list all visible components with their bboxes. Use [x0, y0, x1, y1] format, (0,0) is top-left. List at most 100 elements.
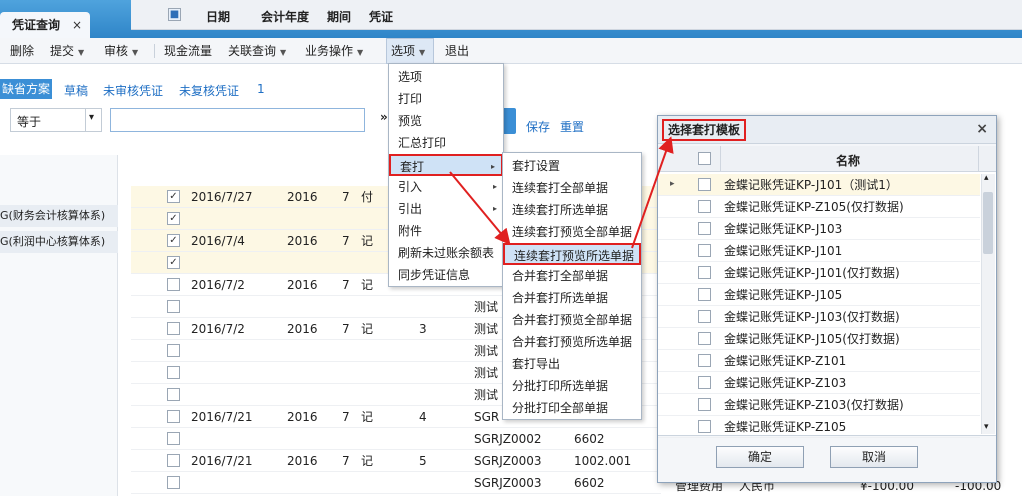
- template-row[interactable]: 金蝶记账凭证KP-J101(仅打数据): [658, 262, 980, 284]
- scheme-unaudited[interactable]: 未审核凭证: [103, 82, 163, 99]
- row-checkbox[interactable]: [698, 332, 711, 345]
- menu-item[interactable]: 同步凭证信息: [389, 264, 503, 286]
- org-item[interactable]: G(财务会计核算体系): [0, 205, 118, 227]
- scheme-unreviewed[interactable]: 未复核凭证: [179, 82, 239, 99]
- compare-select[interactable]: 等于 ▾: [10, 108, 102, 132]
- menu-item[interactable]: 刷新未过账余额表: [389, 242, 503, 264]
- scroll-up-icon[interactable]: ▴: [984, 173, 989, 183]
- row-checkbox[interactable]: [698, 310, 711, 323]
- reset-link[interactable]: 重置: [560, 118, 584, 135]
- scheme-1[interactable]: 1: [257, 82, 265, 96]
- template-row[interactable]: 金蝶记账凭证KP-Z105: [658, 416, 980, 438]
- row-checkbox[interactable]: [167, 388, 180, 401]
- row-checkbox[interactable]: ✓: [167, 190, 180, 203]
- delete-button[interactable]: 删除: [10, 38, 34, 64]
- options-button[interactable]: 选项 ▼: [391, 38, 425, 64]
- row-checkbox[interactable]: [167, 300, 180, 313]
- template-row[interactable]: 金蝶记账凭证KP-J101: [658, 240, 980, 262]
- row-checkbox[interactable]: [167, 322, 180, 335]
- submit-button[interactable]: 提交 ▼: [50, 38, 84, 64]
- select-all-checkbox[interactable]: ■: [168, 8, 181, 21]
- submenu-item[interactable]: 分批打印所选单据: [503, 375, 641, 397]
- cash-flow-button[interactable]: 现金流量: [164, 38, 212, 64]
- scheme-draft[interactable]: 草稿: [64, 82, 88, 99]
- submenu-item[interactable]: 套打设置: [503, 155, 641, 177]
- menu-item[interactable]: 预览: [389, 110, 503, 132]
- row-checkbox[interactable]: [698, 398, 711, 411]
- template-row[interactable]: 金蝶记账凭证KP-Z105(仅打数据): [658, 196, 980, 218]
- submenu-item[interactable]: 连续套打预览全部单据: [503, 221, 641, 243]
- scheme-default[interactable]: 缺省方案: [0, 79, 53, 99]
- submenu-item[interactable]: 连续套打预览所选单据: [503, 243, 641, 265]
- row-checkbox[interactable]: [698, 266, 711, 279]
- audit-button[interactable]: 审核 ▼: [104, 38, 138, 64]
- row-checkbox[interactable]: ✓: [167, 212, 180, 225]
- business-ops-button[interactable]: 业务操作 ▼: [305, 38, 363, 64]
- submenu-item[interactable]: 连续套打全部单据: [503, 177, 641, 199]
- row-checkbox[interactable]: [167, 278, 180, 291]
- related-query-button[interactable]: 关联查询 ▼: [228, 38, 286, 64]
- save-link[interactable]: 保存: [526, 118, 550, 135]
- col-date[interactable]: 日期: [206, 8, 230, 25]
- row-checkbox[interactable]: [698, 244, 711, 257]
- template-row[interactable]: 金蝶记账凭证KP-Z103: [658, 372, 980, 394]
- menu-item[interactable]: 引入 ▸: [389, 176, 503, 198]
- row-checkbox[interactable]: [167, 432, 180, 445]
- row-checkbox[interactable]: [167, 410, 180, 423]
- row-checkbox[interactable]: [167, 366, 180, 379]
- template-row[interactable]: 金蝶记账凭证KP-J105: [658, 284, 980, 306]
- col-name[interactable]: 名称: [836, 152, 860, 169]
- select-all-checkbox[interactable]: [698, 152, 711, 165]
- scroll-thumb[interactable]: [983, 192, 993, 254]
- col-year[interactable]: 会计年度: [261, 8, 309, 25]
- submenu-item[interactable]: 分批打印全部单据: [503, 397, 641, 419]
- row-checkbox[interactable]: [167, 454, 180, 467]
- template-row[interactable]: 金蝶记账凭证KP-Z103(仅打数据): [658, 394, 980, 416]
- menu-item[interactable]: 打印: [389, 88, 503, 110]
- col-period[interactable]: 期间: [327, 8, 351, 25]
- menu-item[interactable]: 引出 ▸: [389, 198, 503, 220]
- row-checkbox[interactable]: [698, 288, 711, 301]
- filter-value-input[interactable]: [110, 108, 365, 132]
- row-checkbox[interactable]: [698, 222, 711, 235]
- submenu-item[interactable]: 连续套打所选单据: [503, 199, 641, 221]
- template-row[interactable]: ▸ 金蝶记账凭证KP-J101（测试1）: [658, 174, 980, 196]
- row-checkbox[interactable]: [698, 200, 711, 213]
- submenu-item[interactable]: 合并套打所选单据: [503, 287, 641, 309]
- submenu-item[interactable]: 合并套打预览所选单据: [503, 331, 641, 353]
- close-icon[interactable]: ×: [72, 12, 82, 38]
- menu-item[interactable]: 附件: [389, 220, 503, 242]
- row-checkbox[interactable]: [167, 476, 180, 489]
- template-row[interactable]: 金蝶记账凭证KP-Z101: [658, 350, 980, 372]
- collapse-icon[interactable]: »: [380, 110, 388, 124]
- template-row[interactable]: 金蝶记账凭证KP-J103: [658, 218, 980, 240]
- menu-item[interactable]: 汇总打印: [389, 132, 503, 154]
- table-row[interactable]: SGRJZ0002 6602: [131, 428, 661, 450]
- row-checkbox[interactable]: [698, 354, 711, 367]
- ok-button[interactable]: 确定: [716, 446, 804, 468]
- menu-item[interactable]: 套打 ▸: [389, 154, 503, 176]
- org-item[interactable]: G(利润中心核算体系): [0, 231, 118, 253]
- col-voucher[interactable]: 凭证: [369, 8, 393, 25]
- tab-voucher-query[interactable]: 凭证查询 ×: [0, 12, 90, 38]
- row-checkbox[interactable]: ✓: [167, 234, 180, 247]
- submenu-item[interactable]: 合并套打全部单据: [503, 265, 641, 287]
- chevron-down-icon: ▼: [357, 48, 364, 57]
- submenu-item[interactable]: 合并套打预览全部单据: [503, 309, 641, 331]
- submenu-item[interactable]: 套打导出: [503, 353, 641, 375]
- row-checkbox[interactable]: ✓: [167, 256, 180, 269]
- table-row[interactable]: SGRJZ0003 6602: [131, 472, 661, 494]
- scrollbar[interactable]: ▴ ▾: [981, 173, 995, 434]
- scroll-down-icon[interactable]: ▾: [984, 422, 989, 432]
- template-row[interactable]: 金蝶记账凭证KP-J103(仅打数据): [658, 306, 980, 328]
- row-checkbox[interactable]: [698, 376, 711, 389]
- menu-item[interactable]: 选项: [389, 66, 503, 88]
- template-row[interactable]: 金蝶记账凭证KP-J105(仅打数据): [658, 328, 980, 350]
- close-icon[interactable]: ×: [976, 121, 988, 137]
- exit-button[interactable]: 退出: [445, 38, 469, 64]
- cancel-button[interactable]: 取消: [830, 446, 918, 468]
- row-checkbox[interactable]: [698, 420, 711, 433]
- table-row[interactable]: 2016/7/21 2016 7 记 5 SGRJZ0003 1002.001: [131, 450, 661, 472]
- row-checkbox[interactable]: [167, 344, 180, 357]
- row-checkbox[interactable]: [698, 178, 711, 191]
